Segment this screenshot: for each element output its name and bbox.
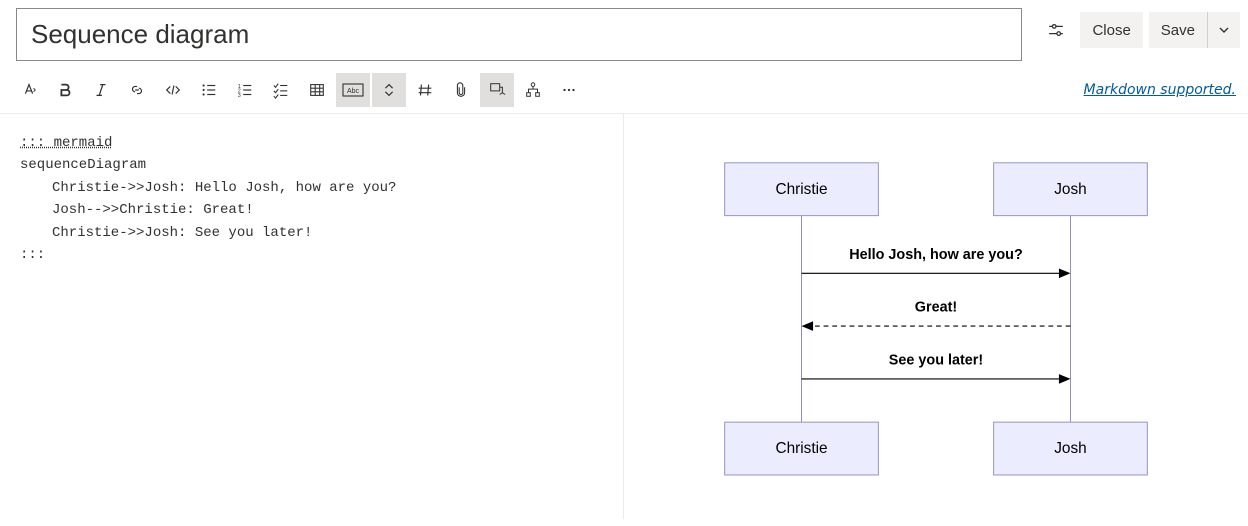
- diagram-preview: Christie Josh Hello Josh, how are you? G…: [624, 114, 1248, 519]
- hash-icon: [416, 81, 434, 99]
- bullet-list-icon: [200, 81, 218, 99]
- numbered-list-button[interactable]: 1 2 3: [228, 73, 262, 107]
- markdown-help-link[interactable]: Markdown supported.: [1084, 82, 1236, 98]
- bullet-list-button[interactable]: [192, 73, 226, 107]
- link-icon: [128, 81, 146, 99]
- message-label: Great!: [915, 300, 957, 316]
- more-button[interactable]: [552, 73, 586, 107]
- editor-line: sequenceDiagram: [20, 157, 146, 173]
- italic-button[interactable]: [84, 73, 118, 107]
- font-color-button[interactable]: [12, 73, 46, 107]
- tree-icon: [524, 81, 542, 99]
- code-fence-close: :::: [20, 247, 45, 263]
- work-item-settings-button[interactable]: [1038, 12, 1074, 48]
- svg-text:Abc: Abc: [347, 88, 360, 95]
- code-button[interactable]: [156, 73, 190, 107]
- markdown-editor[interactable]: ::: mermaid sequenceDiagram Christie->>J…: [0, 114, 624, 519]
- message-label: Hello Josh, how are you?: [849, 247, 1023, 263]
- actor-label: Josh: [1054, 181, 1086, 198]
- numbered-list-icon: 1 2 3: [236, 81, 254, 99]
- sequence-diagram: Christie Josh Hello Josh, how are you? G…: [644, 134, 1228, 499]
- svg-text:3: 3: [238, 93, 241, 99]
- hierarchy-button[interactable]: [516, 73, 550, 107]
- bold-button[interactable]: [48, 73, 82, 107]
- chevrons-vertical-icon: [380, 81, 398, 99]
- editor-line: Josh-->>Christie: Great!: [20, 199, 603, 221]
- mermaid-button[interactable]: [480, 73, 514, 107]
- title-input[interactable]: [16, 8, 1022, 61]
- link-button[interactable]: [120, 73, 154, 107]
- editor-line: Christie->>Josh: Hello Josh, how are you…: [20, 177, 603, 199]
- actor-label: Josh: [1054, 440, 1086, 457]
- more-icon: [560, 81, 578, 99]
- format-toolbar: 1 2 3 Abc: [12, 73, 586, 107]
- table-icon: [308, 81, 326, 99]
- save-dropdown-button[interactable]: [1208, 12, 1240, 48]
- abc-badge-icon: Abc: [342, 83, 364, 97]
- close-button[interactable]: Close: [1080, 12, 1142, 48]
- table-button[interactable]: [300, 73, 334, 107]
- code-icon: [164, 81, 182, 99]
- checklist-button[interactable]: [264, 73, 298, 107]
- code-fence-open: ::: mermaid: [20, 135, 112, 151]
- editor-line: Christie->>Josh: See you later!: [20, 222, 603, 244]
- attach-button[interactable]: [444, 73, 478, 107]
- bold-icon: [56, 81, 74, 99]
- arrowhead-icon: [1059, 374, 1071, 384]
- diagram-flow-icon: [488, 81, 506, 99]
- save-button[interactable]: Save: [1149, 12, 1208, 48]
- arrowhead-icon: [1059, 268, 1071, 278]
- arrowhead-icon: [802, 321, 814, 331]
- mention-button[interactable]: Abc: [336, 73, 370, 107]
- paperclip-icon: [452, 81, 470, 99]
- italic-icon: [92, 81, 110, 99]
- collapse-button[interactable]: [372, 73, 406, 107]
- hash-button[interactable]: [408, 73, 442, 107]
- checklist-icon: [272, 81, 290, 99]
- font-color-icon: [20, 81, 38, 99]
- actor-label: Christie: [775, 440, 827, 457]
- sliders-icon: [1047, 21, 1065, 39]
- message-label: See you later!: [889, 353, 983, 369]
- chevron-down-icon: [1218, 24, 1230, 36]
- actor-label: Christie: [775, 181, 827, 198]
